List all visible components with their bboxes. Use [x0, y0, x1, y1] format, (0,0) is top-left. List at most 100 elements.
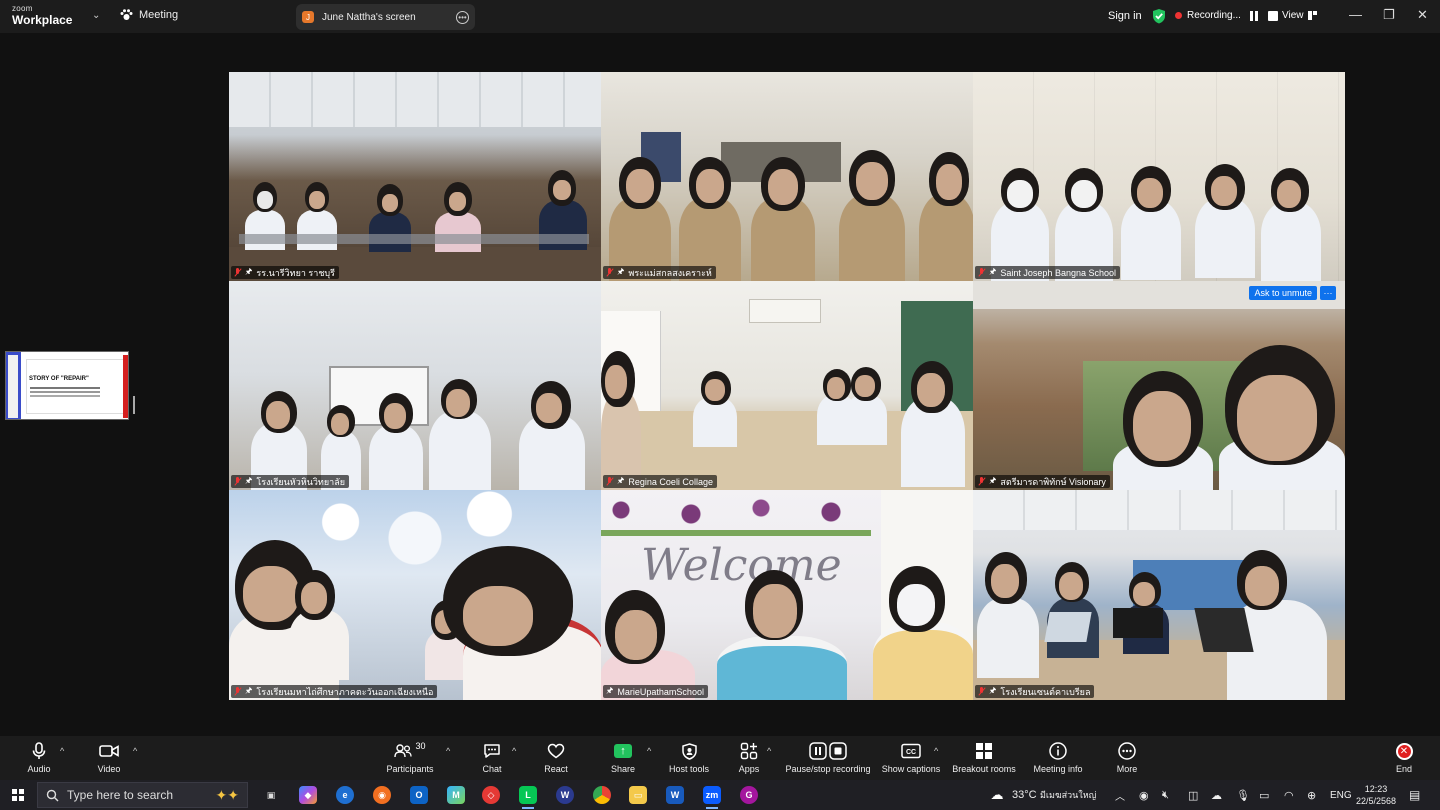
- copilot-app-icon[interactable]: ◆: [299, 786, 317, 804]
- share-options-chevron-icon[interactable]: ^: [647, 746, 651, 756]
- clock-time: 12:23: [1364, 784, 1388, 794]
- participant-name-label: 🖈 โรงเรียนเซนต์คาเบรียล: [975, 685, 1095, 698]
- video-options-chevron-icon[interactable]: ^: [133, 746, 137, 756]
- weather-temperature[interactable]: 33°C: [1012, 780, 1037, 810]
- taskbar-clock[interactable]: 12:23 22/5/2568: [1356, 783, 1396, 807]
- weather-description[interactable]: มีเมฆส่วนใหญ่: [1040, 780, 1096, 810]
- participants-button[interactable]: 30 Participants: [383, 736, 437, 780]
- onedrive-cloud-icon[interactable]: ☁: [1211, 780, 1222, 810]
- apps-options-chevron-icon[interactable]: ^: [767, 746, 771, 756]
- meet-now-icon[interactable]: ◫: [1188, 780, 1198, 810]
- sign-in-link[interactable]: Sign in: [1108, 10, 1142, 22]
- outlook-app-icon[interactable]: O: [410, 786, 428, 804]
- file-explorer-icon[interactable]: ▭: [629, 786, 647, 804]
- react-button[interactable]: React: [541, 736, 571, 780]
- video-tile[interactable]: Ask to unmute ··· 🖈 สตรีมารดาพิทักษ์ Vis…: [973, 281, 1345, 490]
- chat-options-chevron-icon[interactable]: ^: [512, 746, 516, 756]
- apps-button[interactable]: Apps: [735, 736, 763, 780]
- minimize-icon[interactable]: —: [1349, 7, 1362, 22]
- notifications-icon[interactable]: ▤: [1409, 780, 1420, 810]
- thumbnail-drag-handle[interactable]: [133, 396, 135, 414]
- apps-icon: [738, 741, 760, 761]
- speaker-muted-icon[interactable]: 🔇︎: [1162, 780, 1169, 810]
- ask-to-unmute-button[interactable]: Ask to unmute: [1249, 286, 1317, 300]
- audio-button[interactable]: Audio: [24, 736, 54, 780]
- anydesk-app-icon[interactable]: ◇: [482, 786, 500, 804]
- display-tray-icon[interactable]: ▭: [1259, 780, 1269, 810]
- microphone-tray-icon[interactable]: 🎙︎: [1236, 780, 1250, 810]
- zoom-logo[interactable]: zoom Workplace: [12, 5, 72, 27]
- pause-stop-recording-button[interactable]: Pause/stop recording: [784, 736, 872, 780]
- participant-name: โรงเรียนมหาไถ่ศึกษาภาคตะวันออกเฉียงเหนือ: [256, 686, 434, 697]
- host-tools-button[interactable]: Host tools: [666, 736, 712, 780]
- captions-label: Show captions: [881, 764, 941, 774]
- chrome-browser-icon[interactable]: [593, 786, 611, 804]
- video-feed: [601, 72, 973, 281]
- video-feed: [973, 281, 1345, 490]
- line-app-icon[interactable]: L: [519, 786, 537, 809]
- muted-mic-icon: [234, 687, 241, 696]
- end-meeting-button[interactable]: ✕ End: [1390, 736, 1418, 780]
- pause-stop-label: Pause/stop recording: [785, 764, 871, 774]
- participants-options-chevron-icon[interactable]: ^: [446, 746, 450, 756]
- muted-mic-icon: [606, 268, 613, 277]
- more-button[interactable]: More: [1112, 736, 1142, 780]
- video-feed: [229, 72, 601, 281]
- pin-icon: 🖈: [989, 475, 997, 485]
- audio-options-chevron-icon[interactable]: ^: [60, 746, 64, 756]
- show-captions-button[interactable]: CC Show captions: [881, 736, 941, 780]
- video-button[interactable]: Video: [94, 736, 124, 780]
- video-tile[interactable]: 🖈 รร.นารีวิทยา ราชบุรี: [229, 72, 601, 281]
- video-tile[interactable]: 🖈 พระแม่สกลสงเคราะห์: [601, 72, 973, 281]
- video-tile-active-speaker[interactable]: Welcome 🖈 MarieUpathamSchool: [601, 490, 973, 700]
- pin-icon: 🖈: [617, 266, 625, 276]
- record-tray-icon[interactable]: ◉: [1139, 780, 1149, 810]
- video-tile[interactable]: 🖈 Regina Coeli Collage: [601, 281, 973, 490]
- microsoft365-app-icon[interactable]: M: [447, 786, 465, 804]
- captions-options-chevron-icon[interactable]: ^: [934, 746, 938, 756]
- input-language[interactable]: ENG: [1330, 780, 1352, 810]
- video-tile[interactable]: 🖈 Saint Joseph Bangna School: [973, 72, 1345, 281]
- video-tile[interactable]: 🖈 โรงเรียนหัวหินวิทยาลัย: [229, 281, 601, 490]
- host-shield-icon: [678, 741, 700, 761]
- network-icon[interactable]: ⊕: [1307, 780, 1316, 810]
- windows-start-icon[interactable]: [12, 789, 24, 801]
- close-icon[interactable]: ✕: [1417, 7, 1428, 23]
- breakout-rooms-button[interactable]: Breakout rooms: [951, 736, 1017, 780]
- participant-name-label: 🖈 โรงเรียนมหาไถ่ศึกษาภาคตะวันออกเฉียงเหน…: [231, 685, 438, 698]
- share-button[interactable]: ↑ Share: [608, 736, 638, 780]
- view-menu[interactable]: View: [1282, 10, 1317, 21]
- show-hidden-icons-chevron-icon[interactable]: ︿: [1115, 780, 1125, 810]
- firefox-browser-icon[interactable]: ◉: [373, 786, 391, 804]
- word-app-icon[interactable]: W: [666, 786, 684, 804]
- pin-icon: 🖈: [606, 685, 614, 695]
- camera-icon: [98, 741, 120, 761]
- stop-recording-icon[interactable]: [1267, 10, 1278, 21]
- pdf-app-icon[interactable]: G: [740, 786, 758, 804]
- task-view-icon[interactable]: ▣: [262, 786, 280, 804]
- more-options-icon[interactable]: •••: [456, 10, 469, 24]
- encryption-shield-icon[interactable]: [1152, 8, 1166, 24]
- share-screen-icon: ↑: [612, 741, 634, 761]
- video-tile[interactable]: 🖈 โรงเรียนมหาไถ่ศึกษาภาคตะวันออกเฉียงเหน…: [229, 490, 601, 700]
- restore-icon[interactable]: ❐: [1383, 7, 1395, 23]
- chat-button[interactable]: Chat: [478, 736, 506, 780]
- slide-text-lines: [30, 387, 100, 389]
- zoom-app-icon[interactable]: zm: [703, 786, 721, 809]
- screen-share-indicator[interactable]: J June Nattha's screen •••: [296, 4, 475, 30]
- meeting-menu[interactable]: Meeting: [120, 9, 178, 21]
- recording-dot-icon: [1175, 12, 1182, 19]
- taskbar-search-box[interactable]: Type here to search ✦✦: [37, 782, 248, 808]
- participant-name-label: 🖈 รร.นารีวิทยา ราชบุรี: [231, 266, 339, 279]
- chevron-down-icon[interactable]: ⌄: [92, 10, 100, 21]
- pause-recording-icon[interactable]: [1249, 10, 1258, 21]
- pause-stop-icon: [808, 741, 848, 761]
- shared-screen-thumbnail[interactable]: STORY OF "REPAIR": [5, 351, 129, 420]
- wifi-icon[interactable]: ◠: [1284, 780, 1294, 810]
- weather-cloud-icon[interactable]: ☁: [988, 786, 1006, 804]
- video-tile[interactable]: 🖈 โรงเรียนเซนต์คาเบรียล: [973, 490, 1345, 700]
- tile-more-button[interactable]: ···: [1320, 286, 1336, 300]
- edge-browser-icon[interactable]: e: [336, 786, 354, 804]
- meeting-info-button[interactable]: Meeting info: [1031, 736, 1085, 780]
- webex-app-icon[interactable]: W: [556, 786, 574, 804]
